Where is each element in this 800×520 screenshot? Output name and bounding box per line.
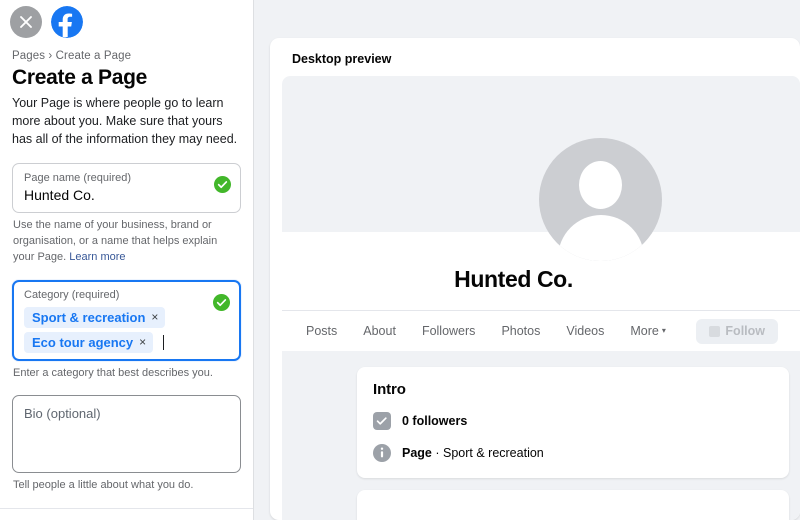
bio-helper: Tell people a little about what you do.	[13, 479, 194, 492]
intro-title: Intro	[373, 381, 406, 398]
preview-viewport: Hunted Co. Posts About Followers Photos …	[282, 76, 800, 520]
close-icon[interactable]	[10, 6, 42, 38]
page-name-input[interactable]: Hunted Co.	[24, 186, 206, 206]
text-caret	[163, 334, 165, 350]
category-label: Category (required)	[24, 289, 120, 302]
left-form-panel: Pages › Create a Page Create a Page Your…	[0, 0, 254, 520]
feed-placeholder-card	[357, 490, 789, 520]
tab-label: Videos	[566, 324, 605, 338]
green-check-icon	[213, 294, 230, 312]
tab-videos[interactable]: Videos	[553, 324, 617, 338]
create-page-screen: Pages › Create a Page Create a Page Your…	[0, 0, 800, 520]
form-divider	[0, 508, 253, 510]
learn-more-link[interactable]: Learn more	[69, 251, 125, 263]
form-body: Pages › Create a Page Create a Page Your…	[0, 50, 253, 520]
info-circle-icon	[373, 444, 391, 462]
tab-about[interactable]: About	[350, 324, 409, 338]
panel-header	[0, 0, 253, 44]
category-chip[interactable]: Sport & recreation ×	[24, 306, 166, 328]
preview-page-name: Hunted Co.	[454, 266, 573, 292]
tab-more[interactable]: More ▾	[617, 324, 679, 338]
category-chip-list: Sport & recreation × Eco tour agency ×	[24, 306, 206, 353]
intro-followers-count: 0 followers	[402, 414, 468, 428]
tab-followers[interactable]: Followers	[409, 324, 489, 338]
preview-feed: Intro 0 followers Page · Sport & recreat…	[282, 351, 800, 520]
intro-page-label: Page	[402, 446, 432, 460]
tab-label: Photos	[501, 324, 541, 338]
intro-category-value: · Sport & recreation	[431, 446, 544, 460]
intro-row-category: Page · Sport & recreation	[373, 444, 773, 462]
avatar-head	[579, 161, 622, 209]
default-avatar-icon	[539, 138, 662, 261]
category-chip-label: Sport & recreation	[32, 309, 146, 325]
breadcrumb: Pages › Create a Page	[12, 50, 132, 62]
tab-label: About	[363, 324, 396, 338]
remove-chip-icon[interactable]: ×	[139, 336, 146, 348]
tab-posts[interactable]: Posts	[306, 324, 350, 338]
category-chip-row: Eco tour agency ×	[24, 331, 206, 353]
page-description: Your Page is where people go to learn mo…	[12, 96, 238, 146]
category-chip-label: Eco tour agency	[32, 334, 134, 350]
green-check-icon	[214, 175, 231, 193]
followers-check-icon	[373, 412, 391, 430]
avatar-body	[557, 215, 644, 261]
category-chip[interactable]: Eco tour agency ×	[24, 331, 154, 353]
tab-photos[interactable]: Photos	[488, 324, 553, 338]
tab-label: Followers	[421, 324, 476, 338]
page-name-label: Page name (required)	[24, 171, 132, 184]
follow-button-label: Follow	[725, 324, 765, 338]
intro-row-followers: 0 followers	[373, 412, 773, 430]
page-name-helper: Use the name of your business, brand or …	[12, 218, 241, 266]
category-helper: Enter a category that best describes you…	[13, 366, 213, 379]
bio-field[interactable]: Bio (optional)	[12, 395, 241, 474]
category-field[interactable]: Category (required) Sport & recreation ×	[12, 280, 241, 361]
profile-zone: Hunted Co. Posts About Followers Photos …	[282, 138, 800, 351]
desktop-preview-card: Desktop preview Hunted Co. Posts About F…	[270, 38, 800, 520]
tab-label: Posts	[306, 324, 338, 338]
page-name-field[interactable]: Page name (required) Hunted Co.	[12, 162, 241, 214]
category-chip-row: Sport & recreation ×	[24, 306, 206, 328]
page-title: Create a Page	[12, 66, 148, 89]
bio-input[interactable]: Bio (optional)	[24, 406, 229, 421]
preview-header-title: Desktop preview	[292, 52, 392, 66]
facebook-logo-icon[interactable]	[51, 6, 83, 38]
remove-chip-icon[interactable]: ×	[151, 311, 158, 323]
chevron-down-icon: ▾	[661, 326, 666, 335]
tab-label: More	[630, 324, 659, 338]
intro-card: Intro 0 followers Page · Sport & recreat…	[357, 367, 789, 478]
intro-followers-text: 0 followers	[402, 414, 467, 428]
intro-category-text: Page · Sport & recreation	[402, 446, 544, 460]
follow-button[interactable]: Follow	[696, 318, 778, 344]
preview-tabbar: Posts About Followers Photos Videos More…	[282, 310, 800, 351]
preview-panel: Desktop preview Hunted Co. Posts About F…	[254, 0, 800, 520]
follow-flag-icon	[709, 325, 721, 337]
